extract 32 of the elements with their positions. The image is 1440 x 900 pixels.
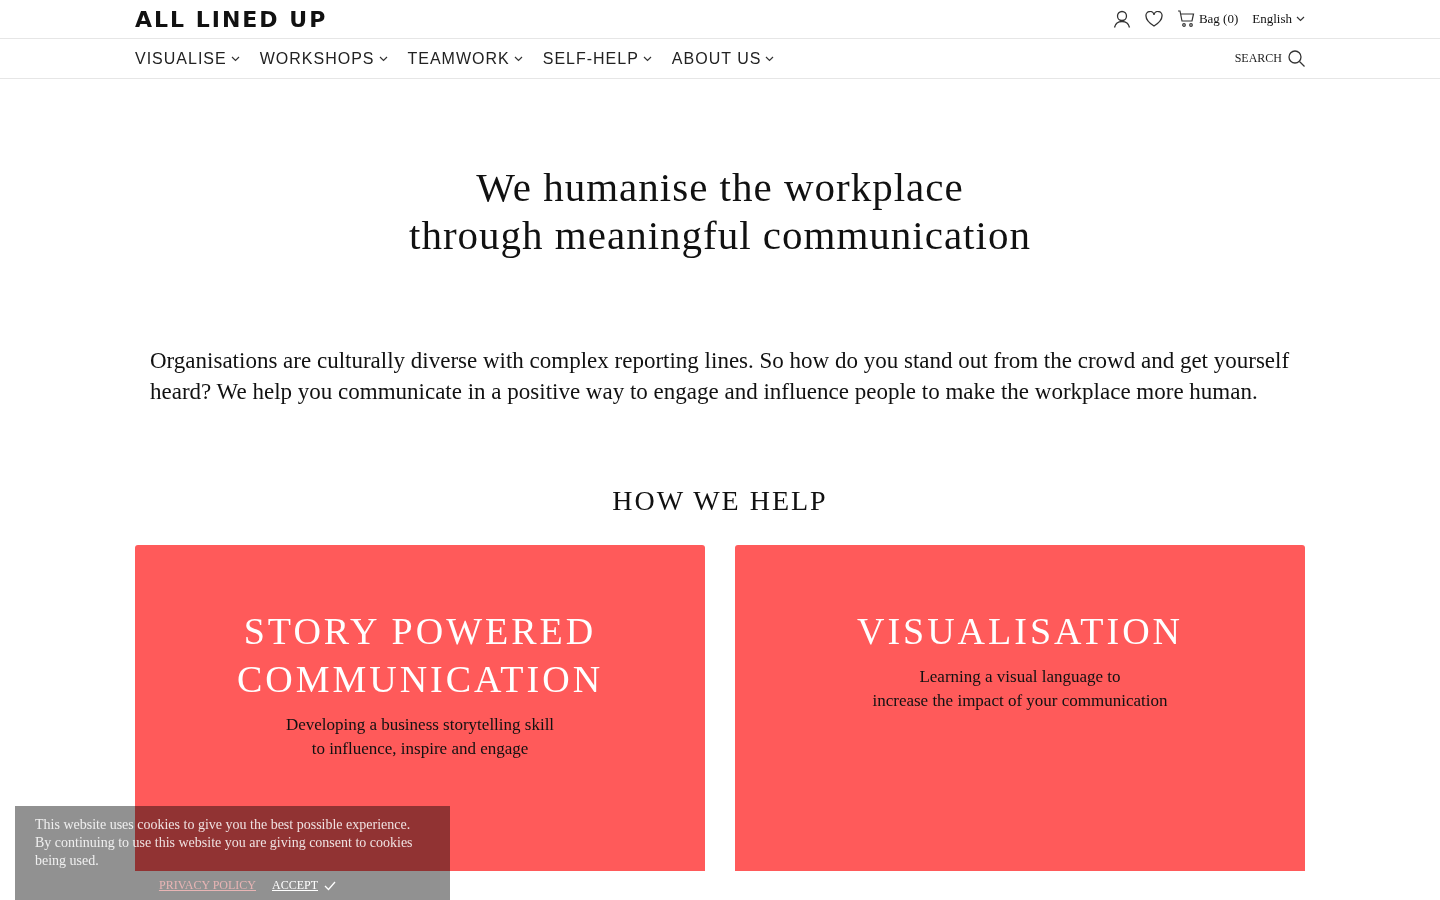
logo[interactable]: ALL LINED UP: [135, 6, 328, 32]
chevron-down-icon: [642, 55, 652, 62]
cart-icon: [1176, 10, 1195, 28]
card-title: COMMUNICATION: [236, 657, 604, 702]
bag-link[interactable]: Bag (0): [1176, 10, 1239, 28]
chevron-down-icon: [230, 55, 240, 62]
check-icon: [324, 880, 336, 891]
nav-item[interactable]: WORKSHOPS: [259, 49, 388, 68]
intro-paragraph: Organisations are culturally diverse with complex reporting lines. So how do you stand out from the crowd and get yourself heard? We help you communicate in a positive way to engage and influence people to make the workplace more human.: [150, 347, 1290, 406]
chevron-down-icon: [513, 55, 523, 62]
chevron-down-icon: [1296, 16, 1305, 22]
card-text: Learning a visual language to: [918, 666, 1122, 688]
chevron-down-icon: [765, 55, 775, 62]
nav-item[interactable]: SELF-HELP: [542, 49, 652, 68]
hero-heading: We humanise the workplace: [475, 163, 965, 211]
nav-item[interactable]: ABOUT US: [671, 49, 775, 68]
card-text: Developing a business storytelling skill: [285, 714, 555, 736]
section-heading: HOW WE HELP: [611, 485, 829, 517]
user-icon[interactable]: [1112, 10, 1131, 28]
heart-icon[interactable]: [1144, 11, 1163, 27]
search-icon: [1288, 50, 1305, 67]
search-link[interactable]: SEARCH: [1234, 50, 1305, 67]
card-text: increase the impact of your communication: [872, 690, 1168, 712]
nav-item[interactable]: VISUALISE: [135, 49, 240, 68]
card-title: STORY POWERED: [242, 609, 598, 654]
language-select[interactable]: English: [1252, 11, 1305, 27]
card-text: to influence, inspire and engage: [310, 738, 530, 760]
nav-item[interactable]: TEAMWORK: [407, 49, 523, 68]
service-card[interactable]: VISUALISATION Learning a visual language to increase the impact of your communication: [735, 545, 1305, 871]
chevron-down-icon: [378, 55, 388, 62]
hero-heading: through meaningful communication: [408, 211, 1032, 259]
card-title: VISUALISATION: [856, 609, 1184, 654]
